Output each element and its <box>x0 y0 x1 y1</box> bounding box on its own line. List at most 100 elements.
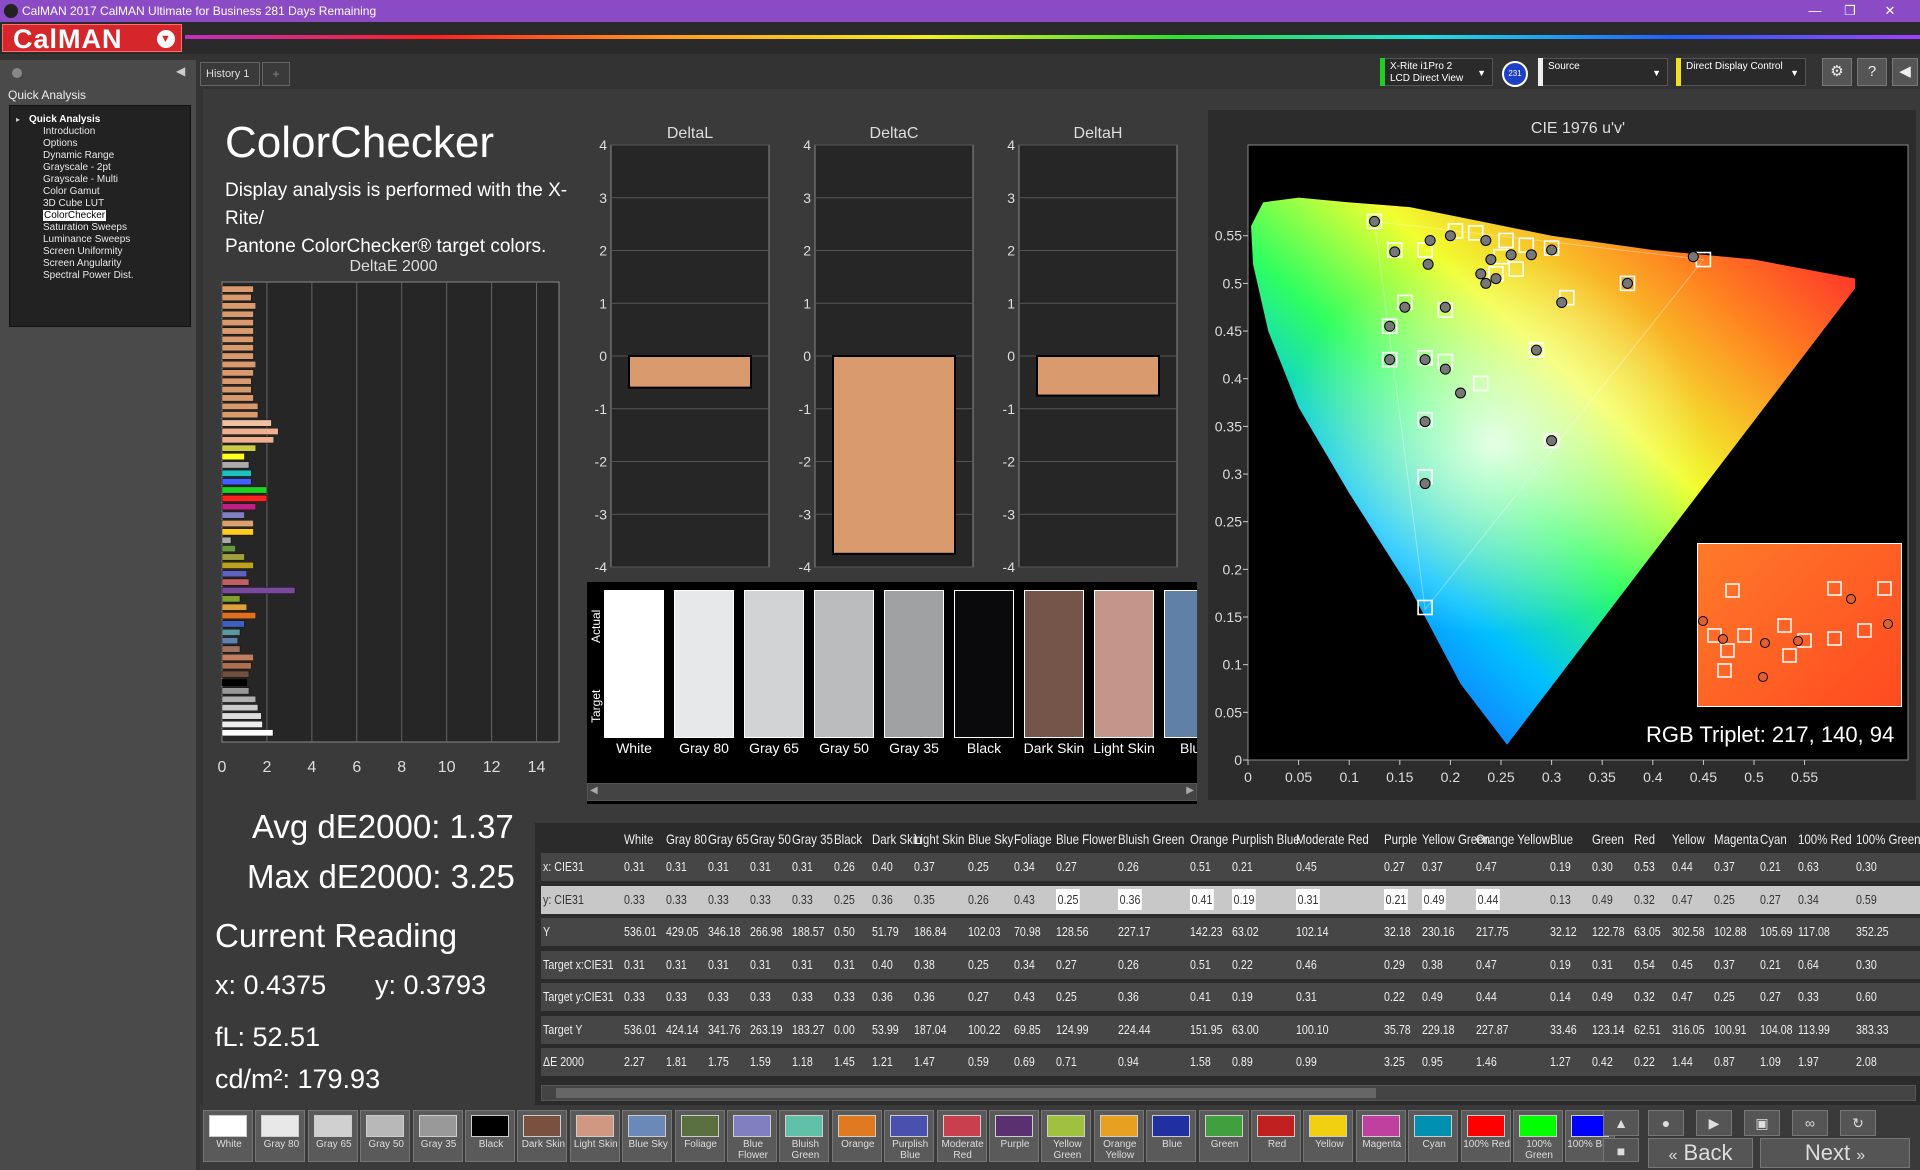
palette-black[interactable]: Black <box>465 1110 515 1162</box>
palette-white[interactable]: White <box>203 1110 253 1162</box>
palette-label: Magenta <box>1362 1139 1402 1150</box>
meter-badge[interactable]: 231 <box>1502 61 1528 87</box>
stop-reading-button[interactable]: ● <box>1648 1110 1684 1136</box>
tree-item[interactable]: Screen Angularity <box>43 258 121 269</box>
palette-dark-skin[interactable]: Dark Skin <box>517 1110 568 1162</box>
tree-item[interactable]: Color Gamut <box>43 186 100 197</box>
swatch-gray-35[interactable] <box>884 590 944 738</box>
swatch-gray-50[interactable] <box>814 590 874 738</box>
column-header: 100% Green <box>1856 831 1920 847</box>
tree-item[interactable]: Grayscale - 2pt <box>43 162 111 173</box>
meter-selector[interactable]: X-Rite i1Pro 2 LCD Direct View ▼ <box>1380 58 1493 86</box>
tree-item[interactable]: Options <box>43 138 77 149</box>
palette-red[interactable]: Red <box>1251 1110 1301 1162</box>
table-cell: 1.21 <box>872 1054 893 1069</box>
palette-purplish-blue[interactable]: Purplish Blue <box>884 1110 935 1162</box>
table-cell: 230.16 <box>1422 924 1455 939</box>
cie-x-tick: 0.55 <box>1791 769 1818 785</box>
table-scroll-thumb[interactable] <box>556 1088 1376 1098</box>
table-cell: 0.34 <box>1798 891 1819 907</box>
swatch-gray-80[interactable] <box>674 590 734 738</box>
table-cell: 536.01 <box>624 1021 657 1037</box>
swatch-white[interactable] <box>604 590 664 738</box>
palette-orange[interactable]: Orange <box>831 1110 882 1162</box>
palette-yellow[interactable]: Yellow <box>1303 1110 1354 1162</box>
palette-100-green[interactable]: 100% Green <box>1513 1110 1563 1162</box>
maximize-button[interactable]: ❐ <box>1835 0 1865 22</box>
table-cell: 0.87 <box>1714 1054 1735 1069</box>
tab-history-1[interactable]: History 1 <box>200 62 260 86</box>
delta-y-tick: 4 <box>1007 137 1015 153</box>
palette-blue-sky[interactable]: Blue Sky <box>622 1110 673 1162</box>
next-button[interactable]: Next » <box>1760 1138 1910 1168</box>
left-panel-header: Quick Analysis <box>8 88 87 102</box>
minimize-button[interactable]: — <box>1800 0 1830 22</box>
table-scrollbar[interactable] <box>541 1085 1916 1101</box>
collapse-right-button[interactable]: ◀ <box>1892 58 1918 86</box>
palette-magenta[interactable]: Magenta <box>1355 1110 1406 1162</box>
zoom-measured-marker <box>1793 636 1803 646</box>
window-title: CalMAN 2017 CalMAN Ultimate for Business… <box>22 4 377 18</box>
tree-root[interactable]: Quick Analysis <box>29 114 100 125</box>
tree-item[interactable]: Spectral Power Dist. <box>43 270 134 281</box>
table-cell: 0.41 <box>1190 989 1211 1004</box>
swatch-gray-65[interactable] <box>744 590 804 738</box>
tree-item[interactable]: Dynamic Range <box>43 150 114 161</box>
continuous-button[interactable]: ∞ <box>1792 1110 1828 1136</box>
add-tab-button[interactable]: + <box>262 62 290 86</box>
palette-gray-80[interactable]: Gray 80 <box>255 1110 306 1162</box>
swatch-blue[interactable] <box>1164 590 1197 738</box>
refresh-button[interactable]: ↻ <box>1840 1110 1876 1136</box>
tree-item[interactable]: Luminance Sweeps <box>43 234 130 245</box>
settings-button[interactable]: ⚙ <box>1822 58 1852 86</box>
save-button[interactable]: ▣ <box>1744 1110 1780 1136</box>
palette-gray-35[interactable]: Gray 35 <box>412 1110 463 1162</box>
palette-light-skin[interactable]: Light Skin <box>569 1110 620 1162</box>
table-cell: 266.98 <box>750 924 783 939</box>
calman-menu-button[interactable]: CalMAN ▼ <box>2 24 182 53</box>
tree-item[interactable]: Saturation Sweeps <box>43 222 127 233</box>
palette-foliage[interactable]: Foliage <box>674 1110 725 1162</box>
tree-expand-icon[interactable]: ▸ <box>16 115 20 124</box>
collapse-left-icon[interactable]: ◀ <box>176 64 185 78</box>
palette-orange-yellow[interactable]: Orange Yellow <box>1093 1110 1144 1162</box>
table-cell: 0.33 <box>708 891 729 907</box>
tree-item[interactable]: 3D Cube LUT <box>43 198 104 209</box>
palette-cyan[interactable]: Cyan <box>1408 1110 1459 1162</box>
pin-icon[interactable] <box>12 68 22 78</box>
palette-purple[interactable]: Purple <box>989 1110 1039 1162</box>
display-selector[interactable]: Direct Display Control ▼ <box>1676 58 1806 86</box>
swatch-dark-skin[interactable] <box>1024 590 1084 738</box>
swatch-light-skin[interactable] <box>1094 590 1154 738</box>
table-cell: 429.05 <box>666 924 699 939</box>
tree-item[interactable]: Grayscale - Multi <box>43 174 118 185</box>
close-button[interactable]: ✕ <box>1875 0 1905 22</box>
swatch-black[interactable] <box>954 590 1014 738</box>
stop-button[interactable]: ■ <box>1603 1138 1639 1162</box>
play-button[interactable]: ▶ <box>1696 1110 1732 1136</box>
palette-yellow-green[interactable]: Yellow Green <box>1041 1110 1092 1162</box>
table-cell: 0.33 <box>792 989 813 1004</box>
help-button[interactable]: ? <box>1857 58 1887 86</box>
palette-gray-50[interactable]: Gray 50 <box>360 1110 411 1162</box>
chevron-left-icon: ◀ <box>1899 63 1911 80</box>
tree-item[interactable]: Screen Uniformity <box>43 246 122 257</box>
back-button[interactable]: « Back <box>1648 1138 1753 1168</box>
palette-blue[interactable]: Blue <box>1146 1110 1197 1162</box>
scroll-right-icon[interactable]: ▶ <box>1186 785 1194 796</box>
data-table: White Gray 80 Gray 65 Gray 50 Gray 35 Black Da… <box>535 823 1920 1105</box>
zoom-inset-marks <box>1698 581 1893 682</box>
palette-moderate-red[interactable]: Moderate Red <box>936 1110 987 1162</box>
palette-bluish-green[interactable]: Bluish Green <box>779 1110 830 1162</box>
swatch-scrollbar[interactable]: ◀ ▶ <box>587 783 1197 801</box>
table-cell: 0.30 <box>1856 956 1877 972</box>
scroll-up-button[interactable]: ▲ <box>1603 1110 1639 1136</box>
palette-green[interactable]: Green <box>1198 1110 1249 1162</box>
palette-100-red[interactable]: 100% Red <box>1460 1110 1511 1162</box>
source-selector[interactable]: Source ▼ <box>1538 58 1668 86</box>
tree-item[interactable]: Introduction <box>43 126 95 137</box>
scroll-left-icon[interactable]: ◀ <box>590 785 598 796</box>
palette-gray-65[interactable]: Gray 65 <box>307 1110 358 1162</box>
palette-blue-flower[interactable]: Blue Flower <box>727 1110 777 1162</box>
tree-item[interactable]: ColorChecker <box>43 210 107 221</box>
